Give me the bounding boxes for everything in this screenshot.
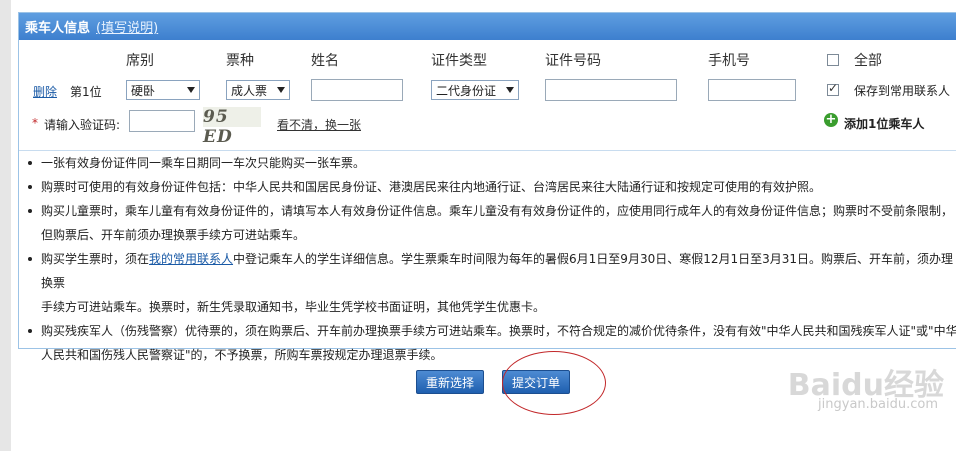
baidu-watermark-url: jingyan.baidu.com <box>818 397 938 412</box>
id-type-select[interactable]: 二代身份证 <box>431 80 519 100</box>
select-all-checkbox[interactable] <box>827 54 839 66</box>
note-item: 购买儿童票时，乘车儿童有有效身份证件的，请填写本人有效身份证件信息。乘车儿童没有… <box>19 199 956 247</box>
seat-type-value: 硬卧 <box>131 83 156 98</box>
captcha-refresh-link[interactable]: 看不清，换一张 <box>277 116 361 133</box>
captcha-label: 请输入验证码: <box>44 118 121 132</box>
ticket-type-select[interactable]: 成人票 <box>226 80 290 100</box>
seat-type-select[interactable]: 硬卧 <box>126 80 200 100</box>
required-star: * <box>32 116 38 130</box>
help-link[interactable]: (填写说明) <box>96 17 158 36</box>
phone-input[interactable] <box>708 79 796 101</box>
name-input[interactable] <box>311 79 403 101</box>
note-text: 购买残疾军人（伤残警察）优待票的，须在购票后、开车前办理换票手续方可进站乘车。换… <box>41 324 956 338</box>
note-text: 购买儿童票时，乘车儿童有有效身份证件的，请填写本人有效身份证件信息。乘车儿童没有… <box>41 204 954 218</box>
highlight-circle <box>502 351 606 415</box>
column-ticket-type: 票种 <box>226 53 254 69</box>
reset-button[interactable]: 重新选择 <box>416 370 484 394</box>
passenger-info-panel: 乘车人信息 (填写说明) 席别 票种 姓名 证件类型 证件号码 手机号 全部 删… <box>18 12 956 362</box>
column-name: 姓名 <box>311 53 339 69</box>
save-contact-label: 保存到常用联系人 <box>854 84 951 98</box>
delete-passenger-link[interactable]: 删除 <box>33 83 57 100</box>
panel-header: 乘车人信息 (填写说明) <box>19 13 956 40</box>
save-contact-checkbox[interactable] <box>827 81 839 96</box>
chevron-down-icon <box>506 87 514 93</box>
id-type-value: 二代身份证 <box>436 83 497 98</box>
panel-title: 乘车人信息 <box>25 21 91 36</box>
id-number-input[interactable] <box>545 79 677 101</box>
chevron-down-icon <box>277 87 285 93</box>
note-item: 购买学生票时，须在我的常用联系人中登记乘车人的学生详细信息。学生票乘车时间限为每… <box>19 247 956 319</box>
note-text-continued: 但购票后、开车前须办理换票手续方可进站乘车。 <box>41 228 306 242</box>
column-id-type: 证件类型 <box>431 53 487 69</box>
column-id-number: 证件号码 <box>545 53 601 69</box>
note-text: 购买学生票时，须在 <box>41 252 150 266</box>
passenger-grid: 席别 票种 姓名 证件类型 证件号码 手机号 全部 删除 第1位 硬卧 成人票 … <box>19 40 956 151</box>
left-margin-strip <box>0 0 11 451</box>
ticket-type-value: 成人票 <box>231 83 268 98</box>
passenger-seq: 第1位 <box>70 85 102 99</box>
note-item: 购票时可使用的有效身份证件包括：中华人民共和国居民身份证、港澳居民来往内地通行证… <box>19 175 956 199</box>
chevron-down-icon <box>187 87 195 93</box>
add-icon[interactable]: + <box>824 113 838 127</box>
column-phone: 手机号 <box>708 53 750 69</box>
select-all-label: 全部 <box>854 53 882 69</box>
note-text: 购票时可使用的有效身份证件包括：中华人民共和国居民身份证、港澳居民来往内地通行证… <box>41 180 822 194</box>
column-seat: 席别 <box>126 53 154 69</box>
captcha-image: 95 ED <box>203 107 261 147</box>
captcha-input[interactable] <box>129 110 195 132</box>
notes-list: 一张有效身份证件同一乘车日期同一车次只能购买一张车票。 购票时可使用的有效身份证… <box>19 151 956 367</box>
add-passenger-link[interactable]: 添加1位乘车人 <box>844 115 924 132</box>
note-text: 一张有效身份证件同一乘车日期同一车次只能购买一张车票。 <box>41 156 366 170</box>
note-item: 一张有效身份证件同一乘车日期同一车次只能购买一张车票。 <box>19 151 956 175</box>
note-text-continued: 手续方可进站乘车。换票时，新生凭录取通知书，毕业生凭学校书面证明，其他凭学生优惠… <box>41 300 546 314</box>
my-contacts-link[interactable]: 我的常用联系人 <box>149 252 233 266</box>
